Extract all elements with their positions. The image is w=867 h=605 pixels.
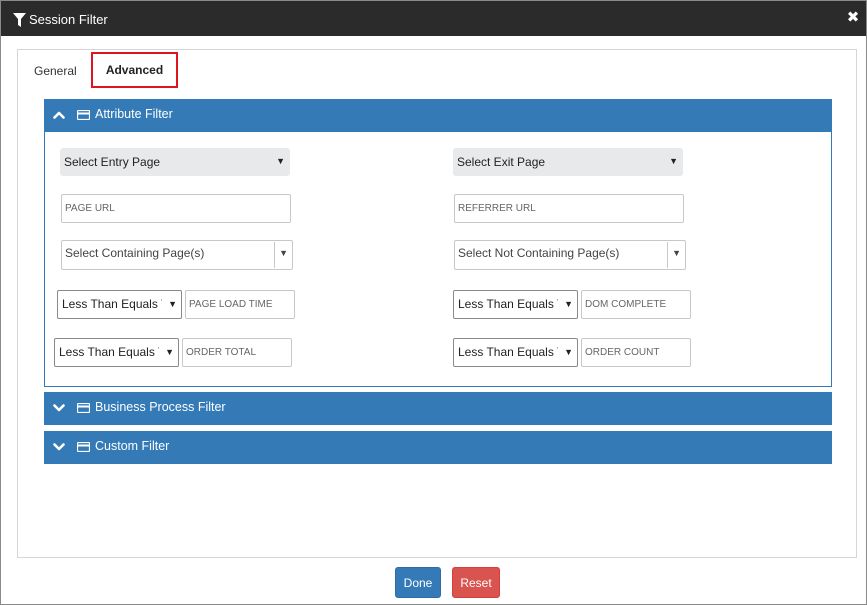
not-containing-pages-select[interactable]: Select Not Containing Page(s) ▼: [454, 240, 686, 270]
order-total-input[interactable]: [182, 338, 292, 367]
caret-down-icon: ▼: [279, 248, 288, 258]
caret-down-icon: ▼: [564, 347, 573, 357]
exit-page-label: Select Exit Page: [457, 155, 546, 169]
chevron-down-icon: [53, 404, 65, 412]
operator-label: Less Than Equals To: [458, 345, 558, 359]
title-bar: Session Filter ✖: [1, 1, 866, 36]
entry-page-select[interactable]: Select Entry Page ▼: [60, 148, 290, 176]
dom-complete-operator[interactable]: Less Than Equals To ▼: [453, 290, 578, 319]
dom-complete-input[interactable]: [581, 290, 691, 319]
close-icon[interactable]: ✖: [846, 10, 860, 26]
dialog-content: General Advanced Attribute Filter Select…: [17, 49, 857, 558]
page-url-input[interactable]: [61, 194, 291, 223]
card-icon: [77, 110, 90, 120]
caret-down-icon: ▼: [564, 299, 573, 309]
page-load-time-input[interactable]: [185, 290, 295, 319]
done-button[interactable]: Done: [395, 567, 441, 598]
business-process-filter-title: Business Process Filter: [95, 400, 226, 414]
containing-pages-label: Select Containing Page(s): [65, 246, 205, 260]
attribute-filter-body: Select Entry Page ▼ Select Exit Page ▼ S…: [44, 132, 832, 387]
exit-page-select[interactable]: Select Exit Page ▼: [453, 148, 683, 176]
caret-down-icon: ▼: [168, 299, 177, 309]
entry-page-label: Select Entry Page: [64, 155, 161, 169]
card-icon: [77, 403, 90, 413]
order-count-operator[interactable]: Less Than Equals To ▼: [453, 338, 578, 367]
chevron-up-icon: [53, 111, 65, 119]
caret-down-icon: ▼: [165, 347, 174, 357]
order-total-operator[interactable]: Less Than Equals To ▼: [54, 338, 179, 367]
dialog-title: Session Filter: [29, 12, 108, 27]
operator-label: Less Than Equals To: [59, 345, 159, 359]
custom-filter-header[interactable]: Custom Filter: [44, 431, 832, 464]
chevron-down-icon: [53, 443, 65, 451]
session-filter-dialog: Session Filter ✖ General Advanced Attrib…: [0, 0, 867, 605]
custom-filter-title: Custom Filter: [95, 439, 170, 453]
referrer-url-input[interactable]: [454, 194, 684, 223]
page-load-time-operator[interactable]: Less Than Equals To ▼: [57, 290, 182, 319]
not-containing-pages-label: Select Not Containing Page(s): [458, 246, 620, 260]
caret-down-icon: ▼: [672, 248, 681, 258]
filter-icon: [13, 13, 26, 27]
tab-general[interactable]: General: [34, 64, 77, 78]
caret-down-icon: ▼: [276, 156, 285, 166]
tab-advanced[interactable]: Advanced: [91, 52, 178, 88]
operator-label: Less Than Equals To: [458, 297, 558, 311]
business-process-filter-header[interactable]: Business Process Filter: [44, 392, 832, 425]
attribute-filter-title: Attribute Filter: [95, 107, 173, 121]
order-count-input[interactable]: [581, 338, 691, 367]
caret-down-icon: ▼: [669, 156, 678, 166]
card-icon: [77, 442, 90, 452]
attribute-filter-header[interactable]: Attribute Filter: [44, 99, 832, 132]
containing-pages-select[interactable]: Select Containing Page(s) ▼: [61, 240, 293, 270]
operator-label: Less Than Equals To: [62, 297, 162, 311]
reset-button[interactable]: Reset: [452, 567, 500, 598]
